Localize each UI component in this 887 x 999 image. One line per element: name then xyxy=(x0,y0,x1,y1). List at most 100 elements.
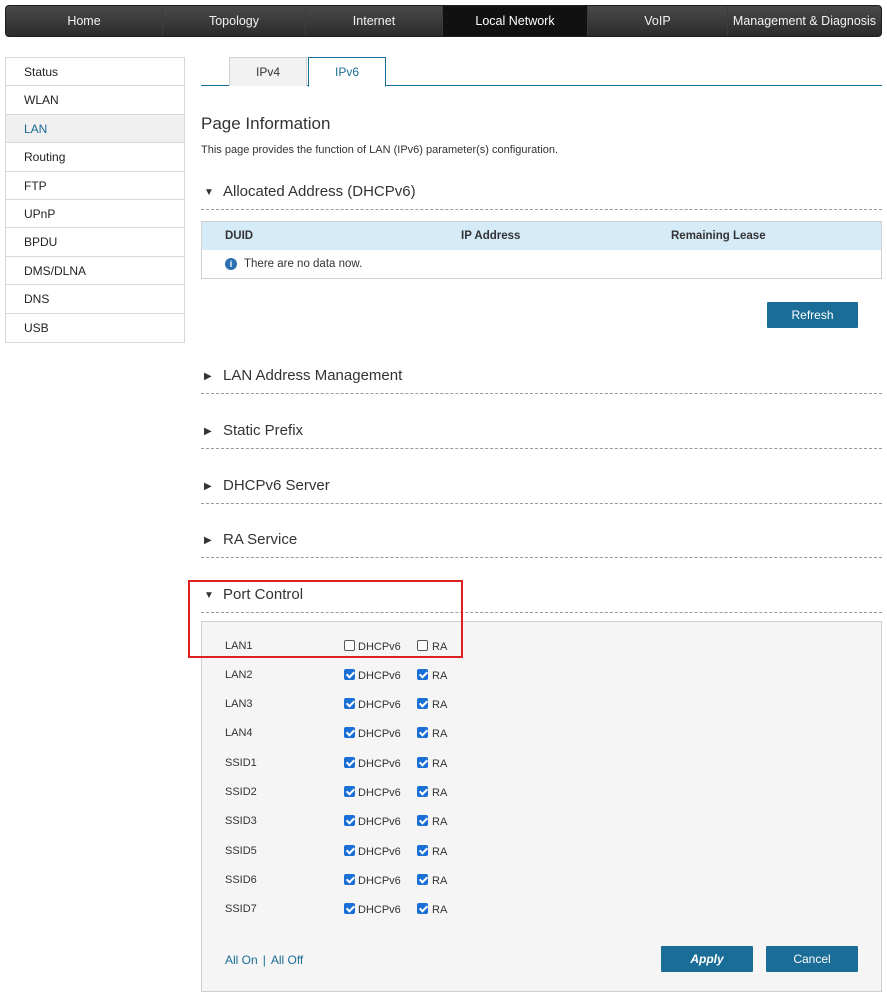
triangle-right-icon: ▶ xyxy=(204,426,212,437)
bulk-toggle-links: All On | All Off xyxy=(225,953,303,967)
dhcpv6-checkbox[interactable] xyxy=(344,757,355,768)
port-row-ssid6: SSID6 DHCPv6 RA xyxy=(202,871,881,891)
ra-checkbox[interactable] xyxy=(417,903,428,914)
triangle-right-icon: ▶ xyxy=(204,481,212,492)
port-row-lan2: LAN2 DHCPv6 RA xyxy=(202,666,881,686)
dhcpv6-label: DHCPv6 xyxy=(358,846,401,858)
port-row-lan3: LAN3 DHCPv6 RA xyxy=(202,695,881,715)
ra-checkbox[interactable] xyxy=(417,727,428,738)
port-name: SSID1 xyxy=(225,757,257,769)
triangle-down-icon: ▼ xyxy=(204,187,214,198)
dhcpv6-label: DHCPv6 xyxy=(358,816,401,828)
nav-management-diagnosis[interactable]: Management & Diagnosis xyxy=(728,6,881,36)
port-row-lan4: LAN4 DHCPv6 RA xyxy=(202,724,881,744)
sidebar-item-wlan[interactable]: WLAN xyxy=(6,86,184,115)
link-separator: | xyxy=(262,953,266,967)
dhcpv6-checkbox[interactable] xyxy=(344,669,355,680)
ra-checkbox[interactable] xyxy=(417,669,428,680)
dhcpv6-label: DHCPv6 xyxy=(358,699,401,711)
dhcpv6-label: DHCPv6 xyxy=(358,670,401,682)
dhcpv6-checkbox[interactable] xyxy=(344,845,355,856)
ra-label: RA xyxy=(432,787,448,799)
dhcpv6-label: DHCPv6 xyxy=(358,787,401,799)
ra-label: RA xyxy=(432,904,448,916)
all-on-link[interactable]: All On xyxy=(225,953,258,967)
port-row-ssid3: SSID3 DHCPv6 RA xyxy=(202,812,881,832)
ra-label: RA xyxy=(432,816,448,828)
dhcpv6-label: DHCPv6 xyxy=(358,758,401,770)
ra-checkbox[interactable] xyxy=(417,815,428,826)
dhcpv6-checkbox[interactable] xyxy=(344,903,355,914)
section-title: LAN Address Management xyxy=(223,367,403,384)
section-ra-service[interactable]: ▶ RA Service xyxy=(201,526,882,558)
ra-label: RA xyxy=(432,875,448,887)
table-row: i There are no data now. xyxy=(202,250,881,278)
column-header-ip-address: IP Address xyxy=(461,230,521,242)
table-header: DUID IP Address Remaining Lease xyxy=(202,222,881,250)
ra-label: RA xyxy=(432,846,448,858)
section-title: DHCPv6 Server xyxy=(223,477,330,494)
cancel-button[interactable]: Cancel xyxy=(766,946,858,972)
sidebar-item-status[interactable]: Status xyxy=(6,58,184,87)
nav-internet[interactable]: Internet xyxy=(306,6,443,36)
sidebar-item-routing[interactable]: Routing xyxy=(6,143,184,172)
section-lan-address-management[interactable]: ▶ LAN Address Management xyxy=(201,362,882,394)
port-control-panel: LAN1 DHCPv6 RA LAN2 DHCPv6 RA LAN3 DHCPv… xyxy=(201,621,882,992)
nav-local-network[interactable]: Local Network xyxy=(443,6,588,36)
tab-ipv4[interactable]: IPv4 xyxy=(229,57,307,86)
ra-label: RA xyxy=(432,728,448,740)
sidebar-item-dms-dlna[interactable]: DMS/DLNA xyxy=(6,257,184,286)
dhcpv6-checkbox[interactable] xyxy=(344,727,355,738)
dhcpv6-checkbox[interactable] xyxy=(344,786,355,797)
ra-label: RA xyxy=(432,758,448,770)
info-icon: i xyxy=(225,258,237,270)
apply-button[interactable]: Apply xyxy=(661,946,753,972)
sidebar-item-usb[interactable]: USB xyxy=(6,314,184,342)
sidebar-item-ftp[interactable]: FTP xyxy=(6,172,184,200)
dhcpv6-label: DHCPv6 xyxy=(358,904,401,916)
dhcpv6-checkbox[interactable] xyxy=(344,815,355,826)
port-name: SSID6 xyxy=(225,874,257,886)
empty-message: There are no data now. xyxy=(244,258,363,270)
sidebar-item-dns[interactable]: DNS xyxy=(6,285,184,314)
port-name: LAN3 xyxy=(225,698,253,710)
port-name: LAN2 xyxy=(225,669,253,681)
tab-ipv6[interactable]: IPv6 xyxy=(308,57,386,87)
sidebar-item-upnp[interactable]: UPnP xyxy=(6,200,184,229)
section-allocated-address[interactable]: ▼ Allocated Address (DHCPv6) xyxy=(201,178,882,210)
ra-checkbox[interactable] xyxy=(417,698,428,709)
ra-label: RA xyxy=(432,670,448,682)
section-dhcpv6-server[interactable]: ▶ DHCPv6 Server xyxy=(201,472,882,504)
dhcpv6-checkbox[interactable] xyxy=(344,698,355,709)
refresh-button[interactable]: Refresh xyxy=(767,302,858,328)
nav-voip[interactable]: VoIP xyxy=(588,6,728,36)
port-row-ssid1: SSID1 DHCPv6 RA xyxy=(202,754,881,774)
dhcpv6-checkbox[interactable] xyxy=(344,874,355,885)
port-name: SSID3 xyxy=(225,815,257,827)
nav-topology[interactable]: Topology xyxy=(163,6,306,36)
page-title: Page Information xyxy=(201,114,331,133)
triangle-right-icon: ▶ xyxy=(204,535,212,546)
ra-checkbox[interactable] xyxy=(417,757,428,768)
nav-home[interactable]: Home xyxy=(6,6,163,36)
all-off-link[interactable]: All Off xyxy=(271,953,303,967)
port-name: SSID7 xyxy=(225,903,257,915)
port-row-ssid7: SSID7 DHCPv6 RA xyxy=(202,900,881,920)
dhcpv6-label: DHCPv6 xyxy=(358,875,401,887)
section-static-prefix[interactable]: ▶ Static Prefix xyxy=(201,417,882,449)
ra-checkbox[interactable] xyxy=(417,845,428,856)
ra-checkbox[interactable] xyxy=(417,874,428,885)
ra-label: RA xyxy=(432,699,448,711)
sidebar-item-lan[interactable]: LAN xyxy=(6,114,184,144)
sidebar: Status WLAN LAN Routing FTP UPnP BPDU DM… xyxy=(5,57,185,343)
section-title: Static Prefix xyxy=(223,422,304,439)
triangle-right-icon: ▶ xyxy=(204,371,212,382)
port-row-ssid2: SSID2 DHCPv6 RA xyxy=(202,783,881,803)
port-row-ssid5: SSID5 DHCPv6 RA xyxy=(202,842,881,862)
port-name: SSID5 xyxy=(225,845,257,857)
ra-checkbox[interactable] xyxy=(417,786,428,797)
sidebar-item-bpdu[interactable]: BPDU xyxy=(6,228,184,257)
column-header-remaining-lease: Remaining Lease xyxy=(671,230,766,242)
dhcpv6-label: DHCPv6 xyxy=(358,728,401,740)
section-title: RA Service xyxy=(223,531,298,548)
